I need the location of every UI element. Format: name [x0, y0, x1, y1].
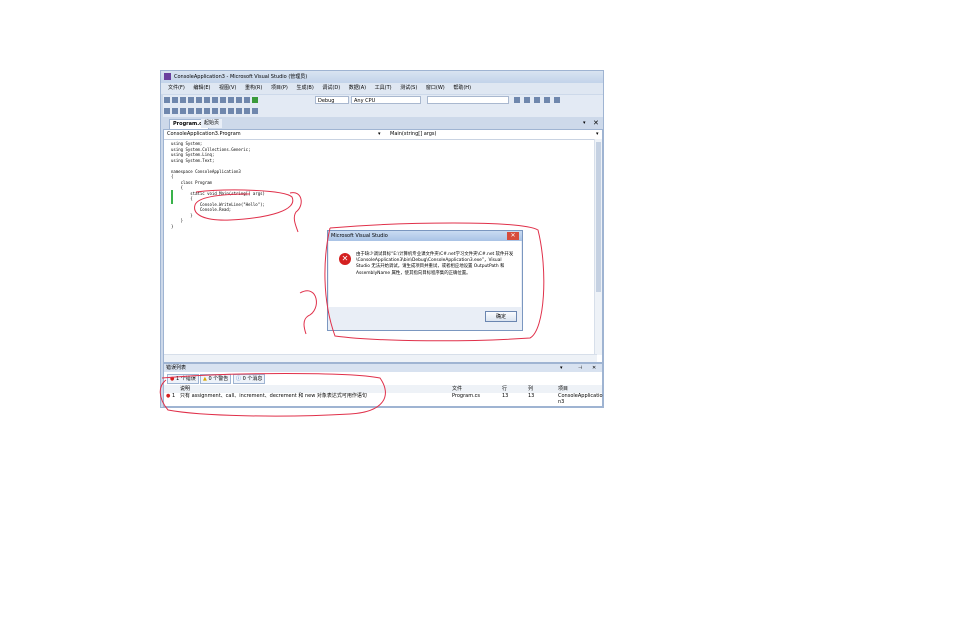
ink-circle-error: [159, 373, 386, 417]
ink-circle-code: [194, 189, 294, 221]
ink-question-mark-2: [299, 290, 317, 335]
red-ink-annotations: [159, 189, 545, 417]
ink-circle-dialog: [324, 222, 545, 342]
ink-question-mark-1: [289, 192, 302, 233]
